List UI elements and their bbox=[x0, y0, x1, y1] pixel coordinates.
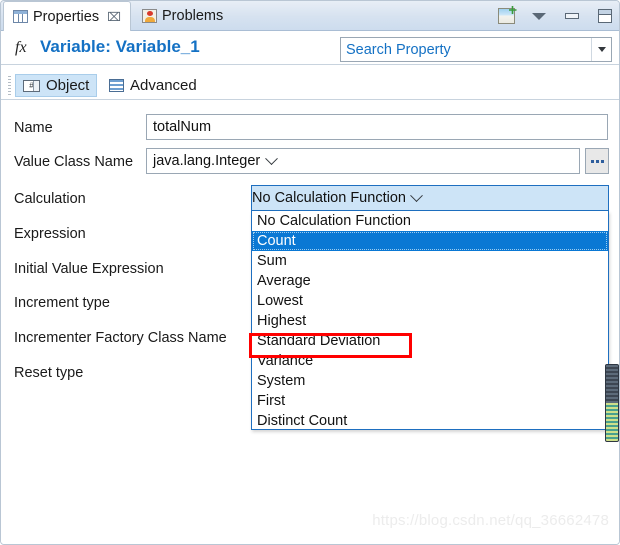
dropdown-option-no-calculation-function[interactable]: No Calculation Function bbox=[252, 211, 608, 231]
view-menu-button[interactable] bbox=[529, 6, 549, 26]
property-form: Name Value Class Name Calculation Expres… bbox=[1, 101, 619, 544]
browse-button[interactable] bbox=[585, 148, 609, 174]
dropdown-option-highest[interactable]: Highest bbox=[252, 311, 608, 331]
label-value-class-name: Value Class Name bbox=[14, 154, 134, 170]
dropdown-option-sum[interactable]: Sum bbox=[252, 251, 608, 271]
slider-track-upper bbox=[606, 365, 618, 403]
tab-properties[interactable]: Properties ⌧ bbox=[3, 1, 131, 31]
search-input[interactable]: Search Property bbox=[341, 42, 591, 58]
sub-tab-object[interactable]: # Object bbox=[15, 74, 98, 97]
page-title: Variable: Variable_1 bbox=[40, 37, 200, 56]
maximize-icon bbox=[598, 9, 612, 23]
dropdown-option-first[interactable]: First bbox=[252, 391, 608, 411]
drag-grip-handle[interactable] bbox=[8, 76, 11, 96]
maximize-button[interactable] bbox=[595, 6, 615, 26]
minimize-button[interactable] bbox=[562, 6, 582, 26]
dropdown-option-system[interactable]: System bbox=[252, 371, 608, 391]
slider-track-lower bbox=[606, 403, 618, 441]
value-class-name-combo[interactable]: java.lang.Integer bbox=[146, 148, 580, 174]
view-menu-chevron-down-icon bbox=[532, 12, 546, 20]
sub-tab-advanced[interactable]: Advanced bbox=[102, 74, 204, 97]
object-icon: # bbox=[23, 79, 40, 92]
advanced-icon bbox=[109, 79, 124, 92]
ellipsis-dot-icon bbox=[595, 159, 599, 163]
dropdown-option-distinct-count[interactable]: Distinct Count bbox=[252, 411, 608, 429]
chevron-down-icon[interactable] bbox=[591, 38, 611, 61]
tab-problems[interactable]: Problems bbox=[133, 1, 251, 31]
ellipsis-dot-icon bbox=[600, 159, 604, 163]
search-property-combo[interactable]: Search Property bbox=[340, 37, 612, 62]
watermark-text: https://blog.csdn.net/qq_36662478 bbox=[372, 512, 609, 529]
view-toolbar bbox=[496, 5, 615, 27]
label-expression: Expression bbox=[14, 226, 86, 242]
calculation-dropdown-list[interactable]: No Calculation Function Count Sum Averag… bbox=[251, 211, 609, 430]
label-increment-type: Increment type bbox=[14, 295, 110, 311]
sub-tab-advanced-label: Advanced bbox=[130, 77, 197, 94]
edge-scroll-slider[interactable] bbox=[605, 364, 619, 442]
name-input-value: totalNum bbox=[153, 119, 212, 135]
label-incrementer-factory-class-name: Incrementer Factory Class Name bbox=[14, 330, 227, 346]
properties-view-window: Properties ⌧ Problems fx Variable: Varia… bbox=[0, 0, 620, 545]
calculation-combo[interactable]: No Calculation Function bbox=[251, 185, 609, 211]
dropdown-option-lowest[interactable]: Lowest bbox=[252, 291, 608, 311]
table-icon bbox=[13, 10, 28, 23]
dropdown-option-average[interactable]: Average bbox=[252, 271, 608, 291]
tab-problems-label: Problems bbox=[162, 8, 224, 24]
new-properties-view-button[interactable] bbox=[496, 6, 516, 26]
close-icon[interactable]: ⌧ bbox=[107, 11, 121, 23]
tab-properties-label: Properties bbox=[33, 8, 100, 25]
label-initial-value-expression: Initial Value Expression bbox=[14, 261, 164, 277]
view-tab-strip: Properties ⌧ Problems bbox=[1, 1, 619, 31]
dropdown-option-variance[interactable]: Variance bbox=[252, 351, 608, 371]
chevron-down-icon[interactable] bbox=[260, 149, 282, 173]
calculation-selected-value: No Calculation Function bbox=[252, 190, 406, 206]
label-calculation: Calculation bbox=[14, 191, 86, 207]
sub-tab-object-label: Object bbox=[46, 77, 90, 94]
label-name: Name bbox=[14, 120, 53, 136]
chevron-down-icon[interactable] bbox=[406, 186, 428, 210]
name-input[interactable]: totalNum bbox=[146, 114, 608, 140]
dropdown-option-standard-deviation[interactable]: Standard Deviation bbox=[252, 331, 608, 351]
new-properties-view-icon bbox=[497, 8, 515, 24]
sub-tab-bar: # Object Advanced bbox=[1, 71, 619, 100]
ellipsis-dot-icon bbox=[590, 159, 594, 163]
dropdown-option-count[interactable]: Count bbox=[252, 231, 608, 251]
value-class-name-value: java.lang.Integer bbox=[153, 153, 261, 169]
minimize-icon bbox=[565, 13, 579, 19]
label-reset-type: Reset type bbox=[14, 365, 84, 381]
fx-icon: fx bbox=[15, 39, 27, 56]
problems-icon bbox=[142, 9, 157, 23]
